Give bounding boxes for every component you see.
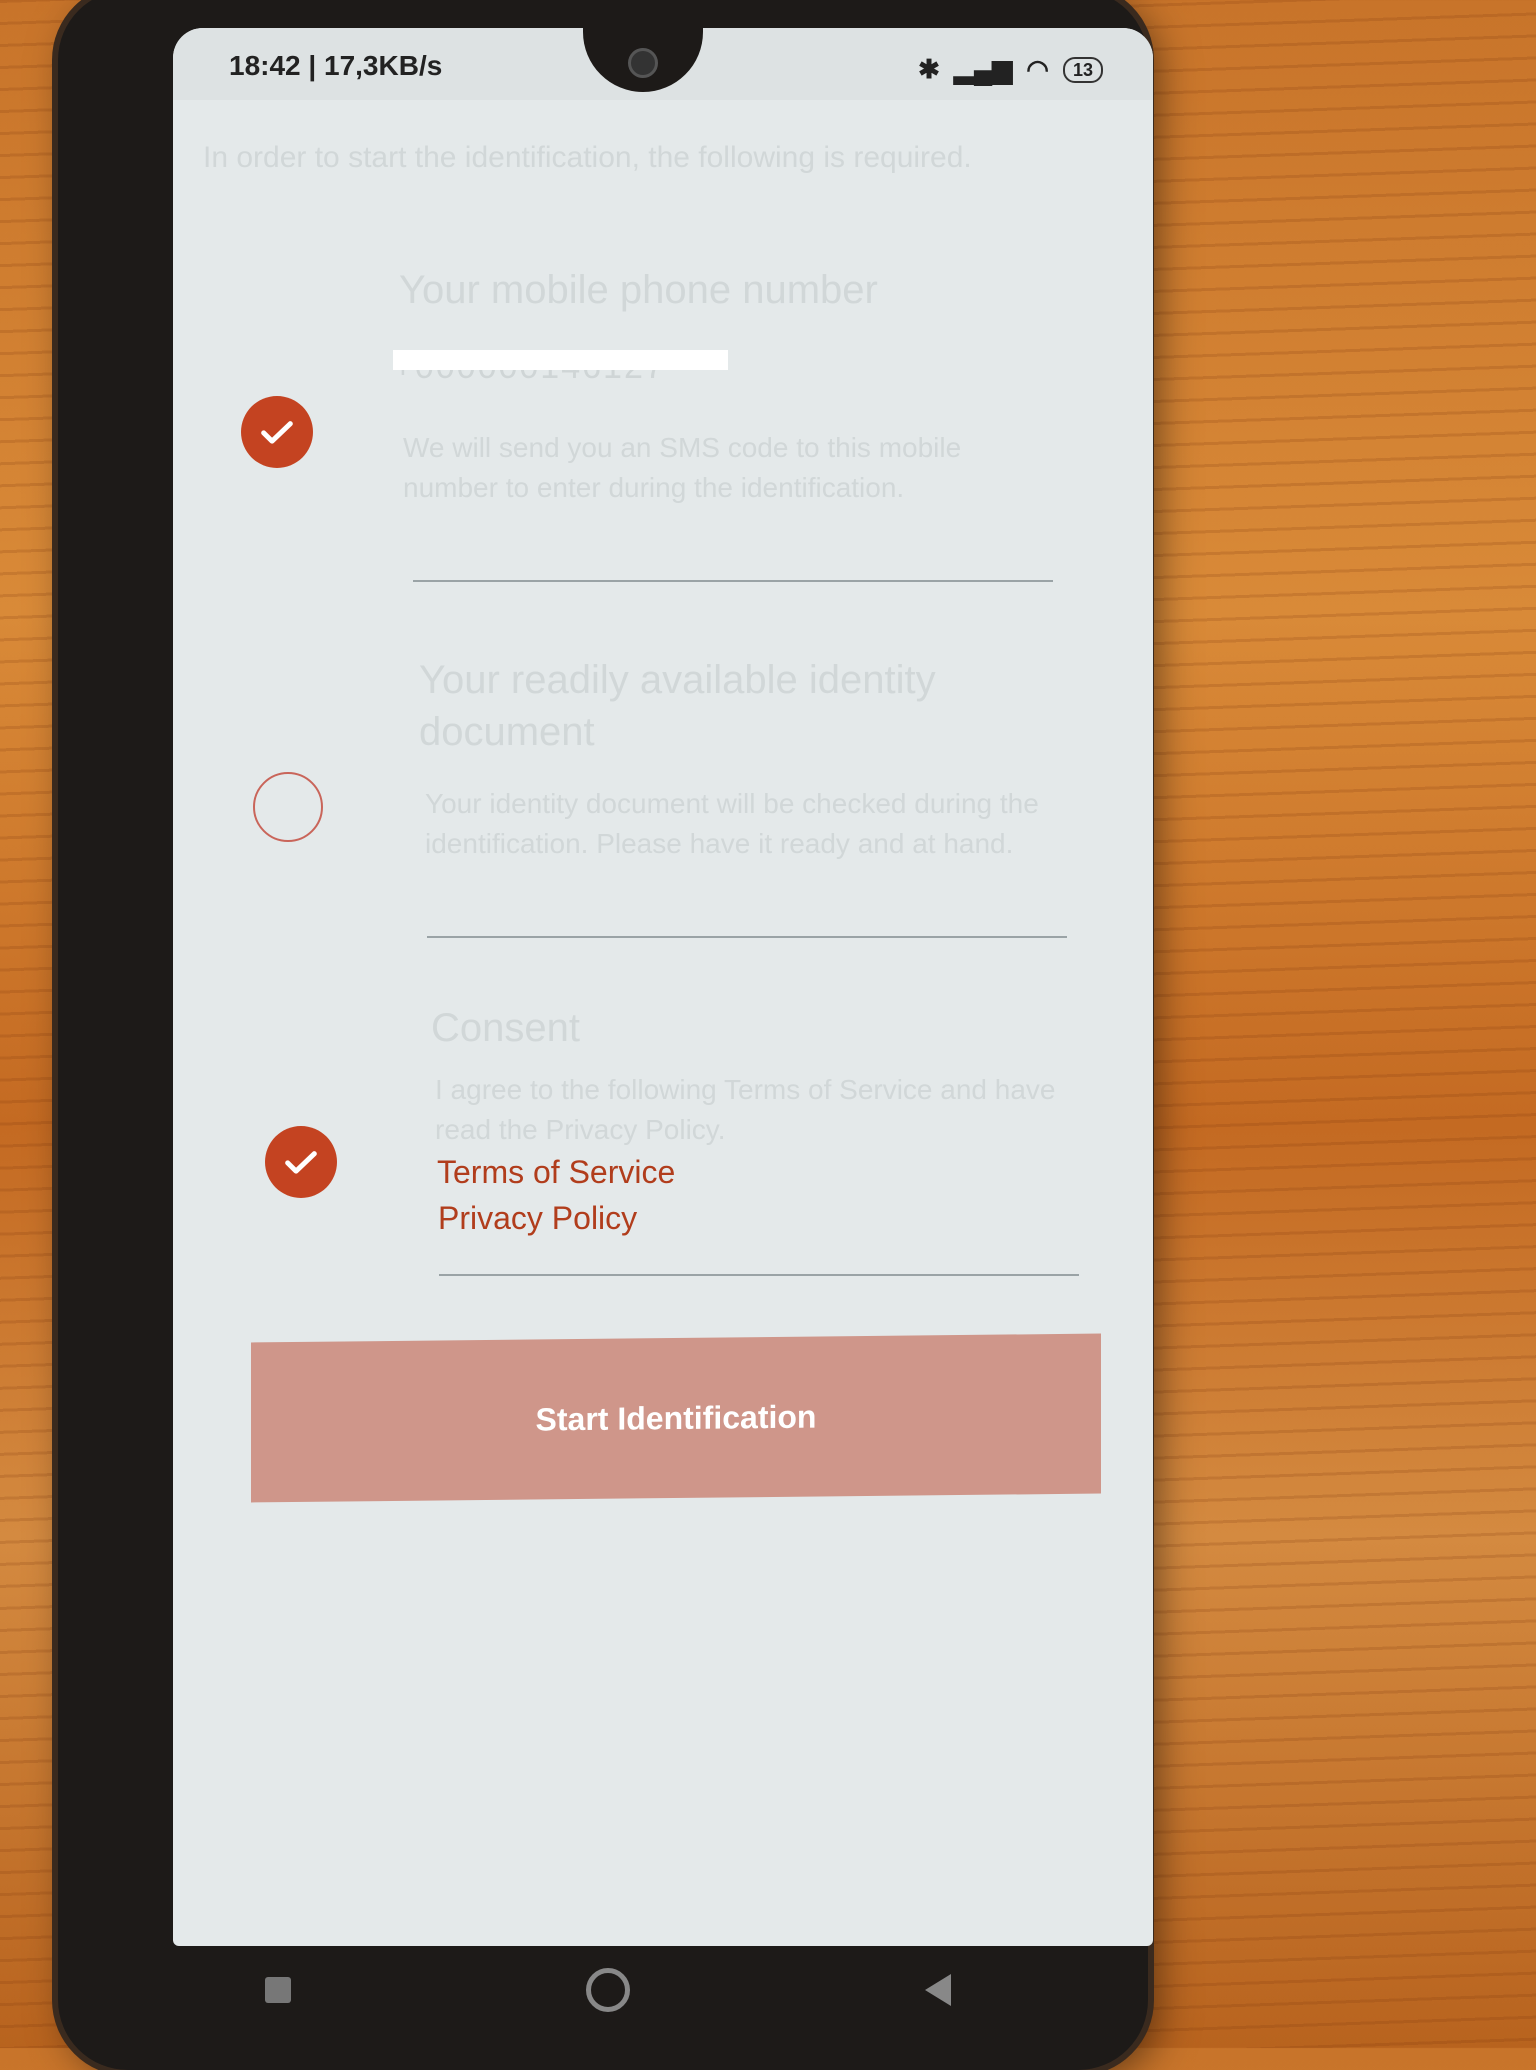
phone-frame: 18:42 | 17,3KB/s ✱ ▂▄▆ ◠ 13 In order to … — [58, 0, 1153, 2070]
start-identification-button[interactable]: Start Identification — [251, 1333, 1101, 1503]
bluetooth-icon: ✱ — [918, 54, 940, 84]
consent-section-title: Consent — [431, 1006, 580, 1050]
home-button[interactable] — [585, 1968, 630, 2012]
consent-section-divider — [439, 1274, 1079, 1276]
document-section-divider — [427, 936, 1067, 938]
phone-section-body: We will send you an SMS code to this mob… — [403, 432, 962, 503]
recents-button[interactable] — [265, 1977, 292, 2003]
signal-icon: ▂▄▆ — [953, 54, 1013, 84]
wifi-icon: ◠ — [1026, 54, 1049, 84]
status-time: 18:42 | 17,3KB/s — [229, 50, 443, 81]
privacy-policy-link[interactable]: Privacy Policy — [438, 1200, 637, 1237]
terms-of-service-link[interactable]: Terms of Service — [437, 1154, 675, 1191]
android-nav-bar — [118, 1940, 1098, 2040]
phone-section-title: Your mobile phone number — [399, 268, 878, 312]
phone-checked-icon[interactable] — [241, 396, 313, 468]
redaction-bar — [393, 350, 728, 370]
consent-section-body: I agree to the following Terms of Servic… — [435, 1074, 1056, 1145]
status-icons: ✱ ▂▄▆ ◠ 13 — [918, 54, 1103, 85]
intro-text: In order to start the identification, th… — [203, 141, 972, 174]
consent-checked-icon[interactable] — [265, 1126, 337, 1198]
back-button[interactable] — [924, 1974, 951, 2006]
app-screen: 18:42 | 17,3KB/s ✱ ▂▄▆ ◠ 13 In order to … — [173, 28, 1153, 1946]
document-unchecked-icon[interactable] — [253, 772, 323, 842]
document-section-body: Your identity document will be checked d… — [425, 788, 1039, 859]
document-section-title: Your readily available identity document — [419, 658, 936, 754]
battery-icon: 13 — [1062, 56, 1103, 83]
phone-section-divider — [413, 580, 1053, 582]
camera-icon — [628, 48, 658, 78]
